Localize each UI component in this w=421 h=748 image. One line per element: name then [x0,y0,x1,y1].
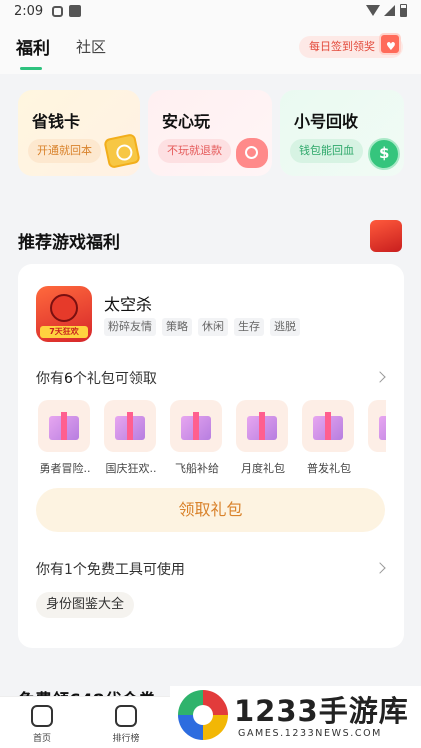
character-icon [50,294,78,322]
gift-box-icon [302,400,354,452]
feature-pill: 钱包能回血 [290,139,363,163]
game-tag: 逃脱 [270,318,300,336]
signal-icon [384,5,395,16]
game-badge: 7天狂欢 [40,326,88,338]
feature-card-account-recycle[interactable]: 小号回收 钱包能回血 [280,90,404,176]
tool-row-prefix: 你有 [36,562,64,578]
gift-item[interactable]: 飞船补给 [170,400,224,476]
feature-card-savings[interactable]: 省钱卡 开通就回本 [18,90,141,176]
status-time: 2:09 [14,4,44,19]
chevron-right-icon[interactable] [374,371,386,383]
game-tag: 生存 [234,318,264,336]
ranking-icon [115,705,137,727]
coin-card-icon [103,133,141,169]
watermark: 1233手游库 GAMES.1233NEWS.COM [170,686,421,748]
watermark-url: GAMES.1233NEWS.COM [238,728,382,739]
home-icon [31,705,53,727]
claim-gift-button[interactable]: 领取礼包 [36,488,385,532]
wifi-icon [366,5,380,16]
feature-title: 小号回收 [294,112,359,131]
shield-icon [52,6,63,17]
gift-box-icon [38,400,90,452]
gift-label: 飞船补给 [175,462,219,475]
tab-welfare[interactable]: 福利 [16,34,50,59]
watermark-logo-icon [178,690,228,740]
nav-label: 排行榜 [112,734,140,744]
gift-item[interactable]: 普发礼包 [302,400,356,476]
tool-chip[interactable]: 身份图鉴大全 [36,592,135,618]
calendar-gift-icon [379,33,401,58]
feature-title: 安心玩 [162,112,211,131]
watermark-brand: 1233手游库 [234,694,409,728]
game-thumbnail-icon[interactable] [370,220,402,252]
gift-label: 新 [365,460,386,476]
gift-box-icon [236,400,288,452]
game-icon[interactable]: 7天狂欢 [36,286,92,342]
gift-item[interactable]: 月度礼包 [236,400,290,476]
ok-hand-icon [236,138,268,168]
feature-pill: 开通就回本 [28,139,101,163]
game-tag: 粉碎友情 [104,318,156,336]
gift-label: 普发礼包 [307,462,351,475]
gift-label: 国庆狂欢.. [105,462,157,475]
battery-icon [400,4,407,17]
nav-label: 首页 [32,734,51,744]
gift-box-icon [104,400,156,452]
game-tag: 休闲 [198,318,228,336]
checkin-label: 每日签到领奖 [309,40,375,53]
top-tabs: 福利 社区 每日签到领奖 [0,24,421,74]
gift-row-title[interactable]: 你有6个礼包可领取 [36,368,157,388]
gift-row-prefix: 你有 [36,371,64,387]
nav-home[interactable]: 首页 [12,705,72,744]
gift-row-suffix: 个礼包可领取 [72,371,157,387]
tool-count: 1 [64,562,73,578]
feature-title: 省钱卡 [32,112,81,131]
active-tab-indicator [20,67,42,70]
tool-row-suffix: 个免费工具可使用 [72,562,185,578]
tool-row-title[interactable]: 你有1个免费工具可使用 [36,559,185,579]
section-title: 推荐游戏福利 [18,233,120,253]
gift-count: 6 [64,371,73,387]
gift-label: 月度礼包 [241,462,285,475]
gift-item[interactable]: 国庆狂欢.. [104,400,158,476]
nav-ranking[interactable]: 排行榜 [96,705,156,744]
notification-icon [69,5,81,17]
gift-item[interactable]: 勇者冒险.. [38,400,92,476]
tab-community[interactable]: 社区 [76,36,106,57]
daily-checkin-button[interactable]: 每日签到领奖 [299,33,403,58]
game-name[interactable]: 太空杀 [104,291,152,315]
feature-card-safe-play[interactable]: 安心玩 不玩就退款 [148,90,272,176]
gift-box-icon [170,400,222,452]
gift-list: 勇者冒险.. 国庆狂欢.. 飞船补给 月度礼包 普发礼包 新 [36,400,386,480]
gift-label: 勇者冒险.. [39,462,91,475]
recycle-money-icon [368,138,400,170]
chevron-right-icon[interactable] [374,562,386,574]
gift-box-icon [368,400,386,452]
gift-item[interactable]: 新 [368,400,386,476]
status-bar: 2:09 [0,0,421,24]
game-tag: 策略 [162,318,192,336]
feature-pill: 不玩就退款 [158,139,231,163]
game-tags: 粉碎友情 策略 休闲 生存 逃脱 [104,318,300,336]
game-welfare-card: 7天狂欢 太空杀 粉碎友情 策略 休闲 生存 逃脱 你有6个礼包可领取 勇者冒险… [18,264,404,648]
